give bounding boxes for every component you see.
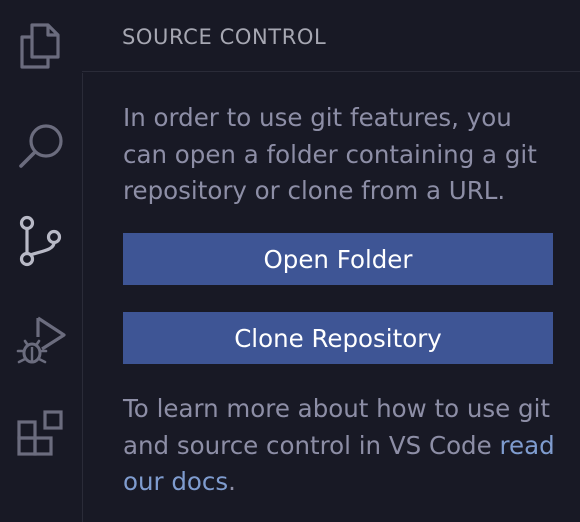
activity-item-extensions[interactable] — [0, 394, 82, 474]
source-control-sidebar: SOURCE CONTROL In order to use git featu… — [82, 0, 580, 522]
debug-icon — [16, 316, 66, 364]
activity-item-run-and-debug[interactable] — [0, 298, 82, 378]
search-icon — [19, 124, 63, 168]
vscode-window: SOURCE CONTROL In order to use git featu… — [0, 0, 580, 522]
learn-more-text: To learn more about how to use git and s… — [123, 391, 563, 501]
activity-item-explorer[interactable] — [0, 6, 82, 86]
extensions-icon — [17, 410, 63, 456]
clone-repository-button[interactable]: Clone Repository — [123, 312, 553, 364]
learn-more-prefix: To learn more about how to use git and s… — [123, 394, 551, 460]
open-folder-button[interactable]: Open Folder — [123, 233, 553, 285]
activity-item-search[interactable] — [0, 106, 82, 186]
activity-item-source-control[interactable] — [0, 201, 82, 281]
sidebar-header: SOURCE CONTROL — [82, 0, 580, 72]
learn-more-suffix: . — [228, 467, 236, 496]
sidebar-title: SOURCE CONTROL — [122, 25, 327, 49]
source-control-welcome: In order to use git features, you can op… — [82, 73, 580, 522]
source-control-icon — [19, 215, 62, 267]
welcome-message: In order to use git features, you can op… — [123, 103, 537, 205]
activity-bar — [0, 0, 82, 522]
files-icon — [20, 23, 60, 69]
